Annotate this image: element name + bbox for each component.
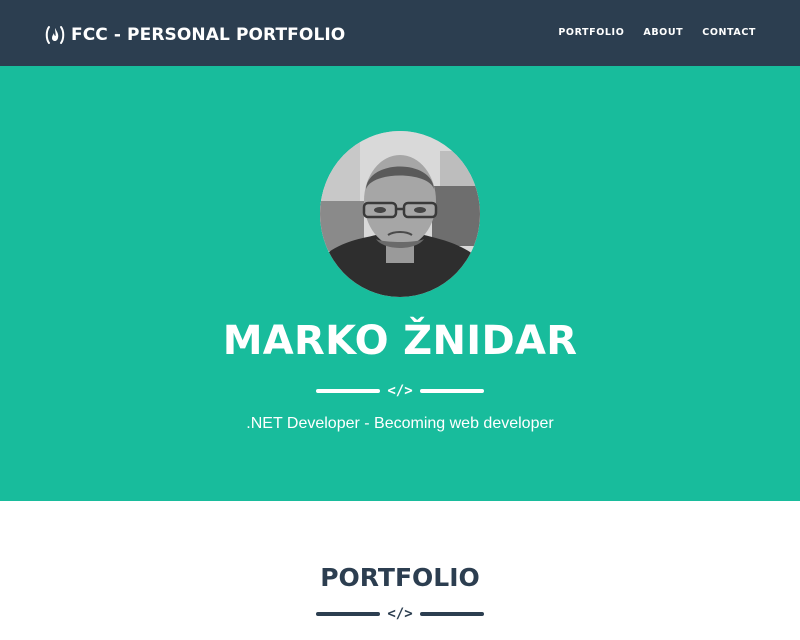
nav-links: PORTFOLIO ABOUT CONTACT [558, 27, 756, 38]
profile-photo [320, 131, 480, 297]
portfolio-section: PORTFOLIO </> [0, 501, 800, 640]
freecodecamp-flame-icon [45, 26, 65, 44]
divider-line-right [419, 389, 484, 393]
top-navbar: FCC - PERSONAL PORTFOLIO PORTFOLIO ABOUT… [0, 0, 800, 66]
nav-link-portfolio[interactable]: PORTFOLIO [558, 27, 624, 38]
nav-link-contact[interactable]: CONTACT [702, 27, 756, 38]
hero-divider: </> [0, 381, 800, 401]
brand-title: FCC - PERSONAL PORTFOLIO [71, 25, 346, 45]
divider-line-left [316, 612, 381, 616]
portfolio-divider: </> [0, 604, 800, 624]
brand-link[interactable]: FCC - PERSONAL PORTFOLIO [43, 22, 345, 48]
divider-line-right [419, 612, 484, 616]
divider-line-left [316, 389, 381, 393]
code-icon: </> [387, 606, 413, 622]
hero-subtitle: .NET Developer - Becoming web developer [246, 415, 554, 432]
profile-avatar [320, 131, 480, 297]
portfolio-title: PORTFOLIO [320, 563, 480, 592]
nav-link-about[interactable]: ABOUT [643, 27, 683, 38]
hero-name: MARKO ŽNIDAR [222, 318, 578, 364]
code-icon: </> [387, 383, 413, 399]
hero-section: MARKO ŽNIDAR </> .NET Developer - Becomi… [0, 66, 800, 501]
